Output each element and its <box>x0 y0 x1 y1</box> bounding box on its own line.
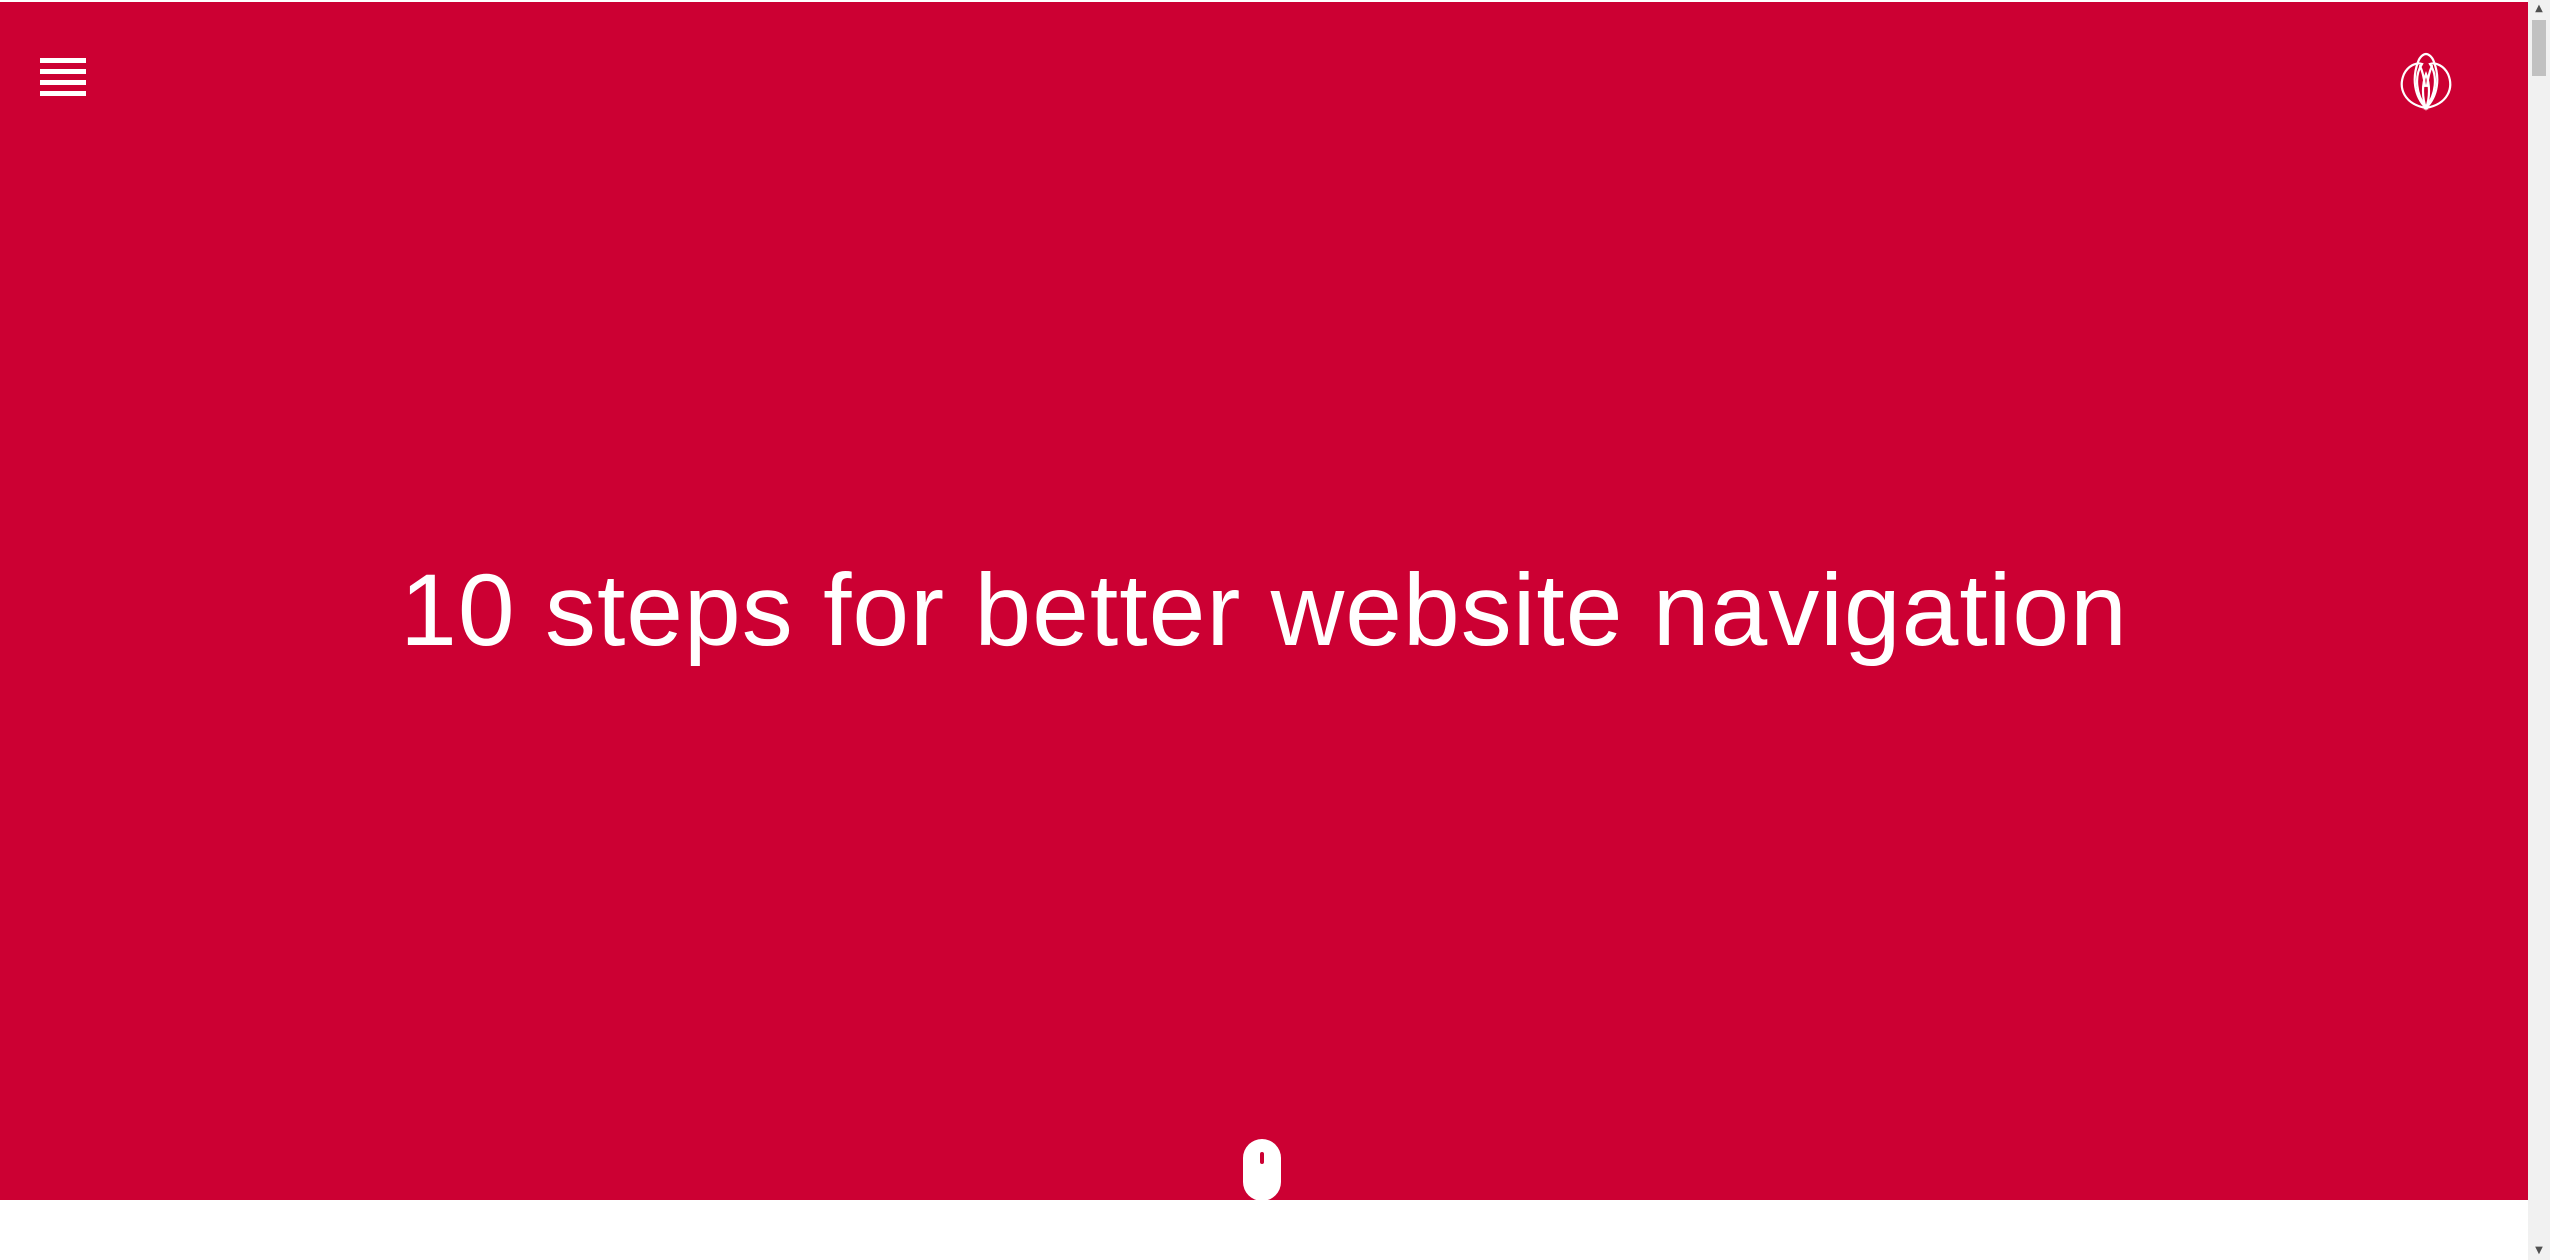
page: 10 steps for better website navigation <box>0 0 2528 1260</box>
lotus-flower-logo-icon[interactable] <box>2394 48 2458 112</box>
menu-bar <box>40 69 86 74</box>
page-title: 10 steps for better website navigation <box>400 553 2128 667</box>
hero-section: 10 steps for better website navigation <box>0 2 2528 1200</box>
scroll-up-arrow[interactable]: ▲ <box>2528 0 2550 18</box>
mouse-scroll-icon[interactable] <box>1242 1138 1282 1202</box>
menu-bar <box>40 91 86 96</box>
scroll-down-arrow[interactable]: ▼ <box>2528 1242 2550 1260</box>
menu-bar <box>40 80 86 85</box>
vertical-scrollbar[interactable]: ▲ ▼ <box>2528 0 2550 1260</box>
scrollbar-thumb[interactable] <box>2532 20 2546 76</box>
menu-bar <box>40 58 86 63</box>
hamburger-menu-icon[interactable] <box>40 58 86 96</box>
browser-viewport: 10 steps for better website navigation ▲… <box>0 0 2550 1260</box>
